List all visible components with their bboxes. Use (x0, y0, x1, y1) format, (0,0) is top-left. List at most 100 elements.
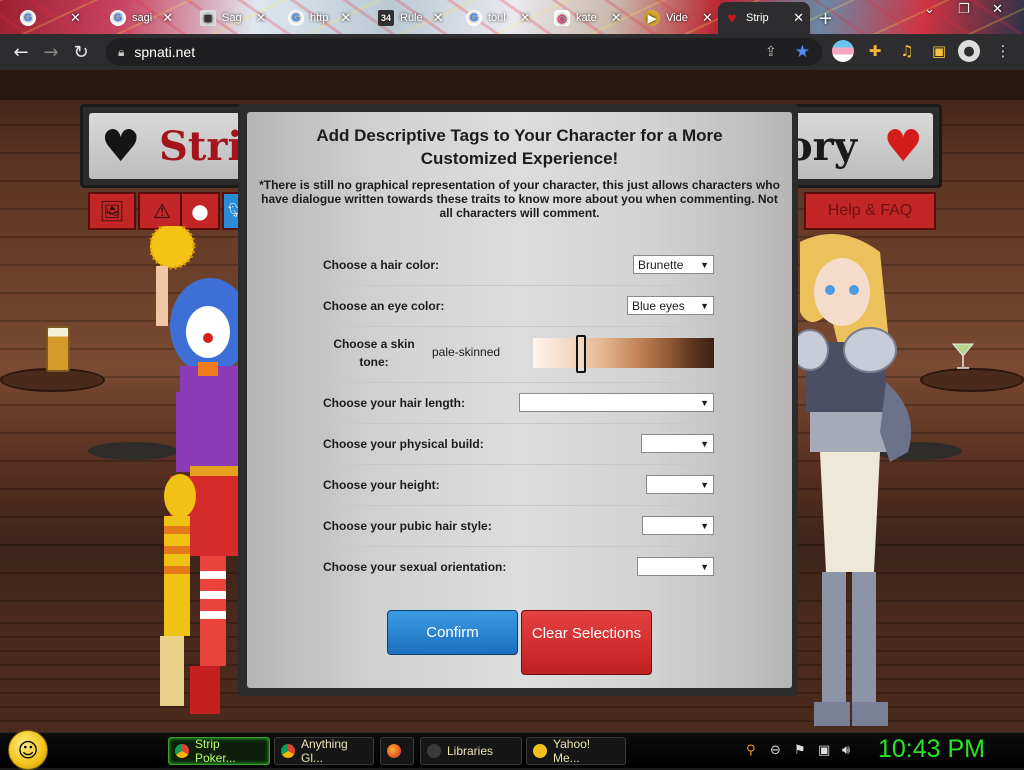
restore-icon[interactable]: ❐ (958, 2, 970, 17)
skin-tone-slider-handle[interactable] (575, 335, 586, 373)
close-icon[interactable]: ✕ (520, 10, 531, 26)
reddit-icon: ● (191, 199, 209, 223)
tab-kate[interactable]: ◎ kate ✕ (548, 4, 628, 32)
heart-icon: ♥ (101, 121, 141, 172)
hair-length-row: Choose your hair length: ▼ (319, 383, 718, 424)
chevron-down-icon: ▼ (700, 561, 709, 572)
close-icon[interactable]: ✕ (340, 10, 351, 26)
chevron-down-icon: ▼ (700, 479, 709, 490)
side-panel-icon[interactable]: ▣ (928, 40, 950, 62)
height-select[interactable]: ▼ (646, 475, 714, 494)
close-icon[interactable]: ✕ (611, 10, 622, 26)
skin-tone-slider[interactable] (533, 338, 714, 368)
forward-icon[interactable]: → (36, 37, 66, 67)
close-icon[interactable]: ✕ (70, 10, 81, 26)
tab-video[interactable]: ▶ Vide ✕ (638, 4, 719, 32)
start-button[interactable]: ☺ (8, 730, 48, 770)
tab-sagi[interactable]: G sagi ✕ (104, 4, 179, 32)
chevron-down-icon: ▼ (700, 259, 709, 270)
folder-icon (427, 744, 441, 758)
reload-icon[interactable]: ↻ (66, 37, 96, 67)
physical-build-label: Choose your physical build: (323, 437, 484, 451)
google-icon: G (110, 10, 126, 26)
puzzle-icon[interactable]: ✚ (864, 40, 886, 62)
character-tags-modal: Add Descriptive Tags to Your Character f… (247, 112, 792, 688)
hair-length-label: Choose your hair length: (323, 396, 466, 410)
taskbar-item-strip-poker[interactable]: Strip Poker... (168, 737, 270, 765)
profile-avatar-icon[interactable]: ● (958, 40, 980, 62)
chevron-down-icon: ▼ (700, 397, 709, 408)
skin-tone-label: Choose a skin tone: (333, 337, 415, 369)
clown-character (150, 226, 250, 714)
close-icon[interactable]: ✕ (256, 10, 267, 26)
close-icon[interactable]: ✕ (793, 10, 804, 26)
physical-build-row: Choose your physical build: ▼ (319, 424, 718, 465)
eye-color-row: Choose an eye color: Blue eyes ▼ (319, 286, 718, 327)
height-row: Choose your height: ▼ (319, 465, 718, 506)
rule34-icon: 34 (378, 10, 394, 26)
gallery-button[interactable]: 🖼︎ (88, 192, 136, 230)
chevron-down-icon[interactable]: ⌄ (924, 2, 935, 17)
back-icon[interactable]: ← (6, 37, 36, 67)
orientation-row: Choose your sexual orientation: ▼ (319, 547, 718, 588)
heart-icon: ♥ (727, 9, 737, 27)
taskbar-item-yahoo-messenger[interactable]: Yahoo! Me... (526, 737, 626, 765)
volume-icon[interactable]: 🔊︎ (842, 743, 850, 758)
help-faq-button[interactable]: Help & FAQ (804, 192, 936, 230)
google-icon: G (20, 10, 36, 26)
close-icon[interactable]: ✕ (433, 10, 444, 26)
media-icon[interactable]: ♫ (896, 40, 918, 62)
taskbar-item-firefox[interactable] (380, 737, 414, 765)
pubic-hair-select[interactable]: ▼ (642, 516, 714, 535)
address-bar[interactable]: 🔒︎ spnati.net ⇪ ★ (106, 38, 822, 66)
warning-button[interactable]: ⚠︎ (138, 192, 186, 230)
taskbar-item-anything[interactable]: Anything Gl... (274, 737, 374, 765)
clear-selections-button[interactable]: Clear Selections (521, 610, 652, 675)
height-label: Choose your height: (323, 478, 440, 492)
tab-google-1[interactable]: G ✕ (14, 4, 87, 32)
modal-heading: Add Descriptive Tags to Your Character f… (316, 126, 723, 168)
eye-color-select[interactable]: Blue eyes ▼ (627, 296, 714, 315)
skin-tone-row: Choose a skin tone: pale-skinned (319, 327, 718, 383)
share-icon[interactable]: ⇪ (765, 44, 777, 60)
hair-length-select[interactable]: ▼ (519, 393, 714, 412)
hair-color-select[interactable]: Brunette ▼ (633, 255, 714, 274)
tab-strip-poker[interactable]: ♥ Strip ✕ (718, 2, 810, 34)
close-icon[interactable]: ✕ (162, 10, 173, 26)
minus-circle-icon[interactable]: ⊖ (770, 743, 781, 758)
physical-build-select[interactable]: ▼ (641, 434, 714, 453)
tab-sag[interactable]: ▦ Sag ✕ (194, 4, 272, 32)
reddit-button[interactable]: ● (180, 192, 220, 230)
clock[interactable]: 10:43 PM (878, 735, 985, 764)
pubic-hair-row: Choose your pubic hair style: ▼ (319, 506, 718, 547)
pubic-hair-label: Choose your pubic hair style: (323, 519, 492, 533)
bookmark-star-icon[interactable]: ★ (795, 42, 810, 62)
google-icon: G (288, 10, 304, 26)
tab-toul[interactable]: G toul ✕ (460, 4, 537, 32)
lock-icon: 🔒︎ (118, 44, 125, 59)
modal-note: *There is still no graphical representat… (259, 178, 780, 220)
confirm-button[interactable]: Confirm (387, 610, 518, 655)
flag-icon[interactable]: ⚑ (794, 743, 806, 758)
taskbar-item-libraries[interactable]: Libraries (420, 737, 522, 765)
tab-rule[interactable]: 34 Rule ✕ (372, 4, 450, 32)
close-icon[interactable]: ✕ (702, 10, 713, 26)
orientation-select[interactable]: ▼ (637, 557, 714, 576)
chevron-down-icon: ▼ (700, 438, 709, 449)
search-icon[interactable]: ⚲ (746, 743, 756, 758)
image-icon: 🖼︎ (99, 199, 125, 223)
extension-flag-icon[interactable] (832, 40, 854, 62)
network-icon[interactable]: ▣ (818, 743, 830, 758)
new-tab-button[interactable]: + (818, 8, 833, 29)
menu-icon[interactable]: ⋮ (992, 40, 1014, 62)
heart-icon: ♥ (883, 121, 923, 172)
hair-color-row: Choose a hair color: Brunette ▼ (319, 245, 718, 286)
firefox-icon (387, 744, 401, 758)
google-icon: G (466, 10, 482, 26)
yahoo-messenger-icon (533, 744, 547, 758)
window-close-icon[interactable]: ✕ (992, 2, 1003, 17)
warning-icon: ⚠︎ (153, 199, 171, 223)
skin-tone-value: pale-skinned (432, 345, 501, 359)
taskbar: ☺ Strip Poker... Anything Gl... Librarie… (0, 730, 1024, 770)
tab-http[interactable]: G http ✕ (282, 4, 357, 32)
